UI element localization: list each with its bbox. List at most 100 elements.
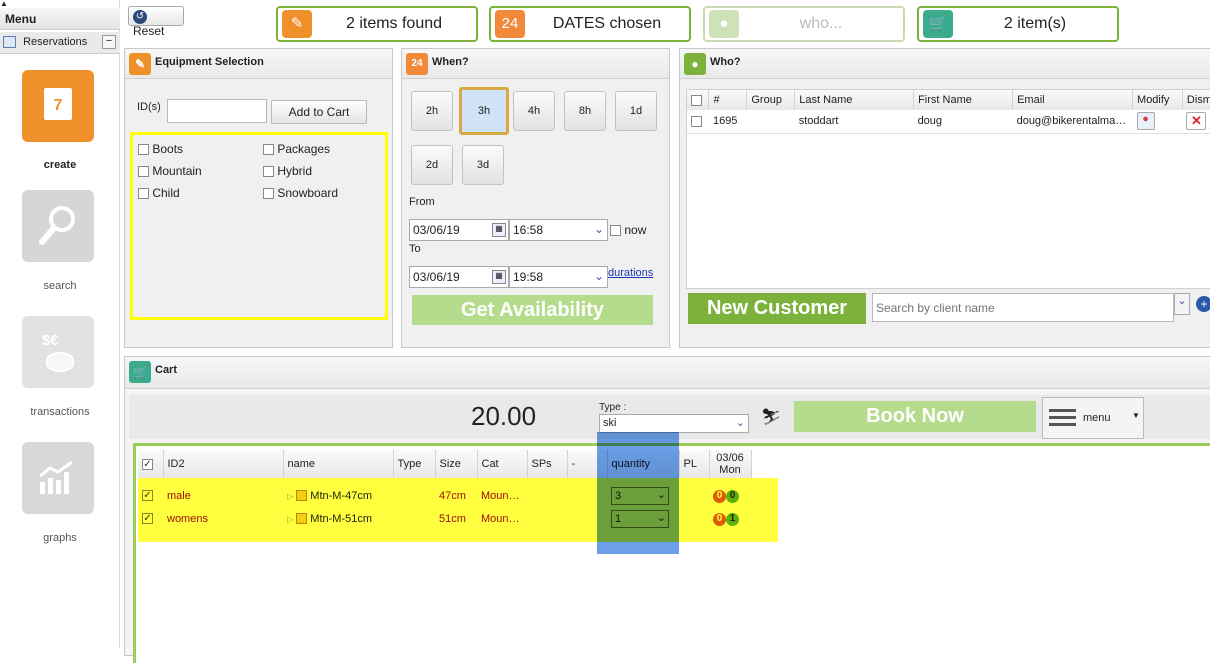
chart-icon bbox=[39, 460, 73, 494]
duration-2h[interactable]: 2h bbox=[411, 91, 453, 131]
option-mountain[interactable]: Mountain bbox=[138, 164, 258, 178]
row-checkbox[interactable] bbox=[142, 513, 153, 525]
duration-1d[interactable]: 1d bbox=[615, 91, 657, 131]
col-sps[interactable]: SPs bbox=[527, 450, 568, 478]
magnifier-icon bbox=[39, 206, 75, 245]
snowboard-checkbox[interactable] bbox=[263, 188, 274, 200]
from-date-field[interactable]: 03/06/19 ▦ bbox=[409, 219, 509, 241]
edit-user-icon[interactable]: ● bbox=[1136, 112, 1155, 131]
row-size: 51cm bbox=[439, 512, 466, 525]
new-customer-button[interactable]: New Customer bbox=[688, 293, 866, 324]
from-label: From bbox=[409, 196, 435, 208]
col-modify[interactable]: Modify bbox=[1132, 90, 1183, 110]
cart-row-womens[interactable]: womens ▷ Mtn-M-51cm 51cm Moun… 1 ⌄ 01 bbox=[138, 507, 751, 530]
expand-arrow-icon[interactable]: ▷ bbox=[287, 515, 293, 524]
nav-search-label[interactable]: search bbox=[0, 280, 120, 292]
cart-menu-button[interactable]: menu ▼ bbox=[1042, 397, 1144, 439]
category-highlight: Boots Packages Mountain Hybrid Child Sno… bbox=[130, 132, 388, 320]
customer-row[interactable]: 1695 stoddart doug doug@bikerentalma… ● … bbox=[687, 110, 1210, 133]
duration-8h[interactable]: 8h bbox=[564, 91, 606, 131]
option-hybrid[interactable]: Hybrid bbox=[263, 164, 383, 178]
packages-checkbox[interactable] bbox=[263, 144, 274, 156]
nav-create-tile[interactable]: 7 bbox=[22, 70, 94, 142]
col-group[interactable]: Group bbox=[746, 90, 796, 110]
ids-input[interactable] bbox=[167, 99, 267, 123]
col-number[interactable]: # bbox=[708, 90, 748, 110]
delete-icon[interactable]: ✕ bbox=[1186, 112, 1207, 131]
col-size[interactable]: Size bbox=[435, 450, 478, 478]
duration-2d[interactable]: 2d bbox=[411, 145, 453, 185]
select-all-cell[interactable] bbox=[138, 450, 164, 478]
col-pl[interactable]: PL bbox=[679, 450, 710, 478]
reservations-header[interactable]: Reservations − bbox=[0, 32, 120, 54]
nav-graphs-tile[interactable] bbox=[22, 442, 94, 514]
duration-3d[interactable]: 3d bbox=[462, 145, 504, 185]
col-name[interactable]: name bbox=[283, 450, 394, 478]
col-dismiss[interactable]: Dism bbox=[1182, 90, 1210, 110]
expand-arrow-icon[interactable]: ▷ bbox=[287, 492, 293, 501]
cart-row-male[interactable]: male ▷ Mtn-M-47cm 47cm Moun… 3 ⌄ 00 bbox=[138, 484, 751, 507]
col-dash[interactable]: - bbox=[567, 450, 608, 478]
quantity-select[interactable]: 3 ⌄ bbox=[611, 486, 669, 505]
status-dates-chosen[interactable]: 24 DATES chosen bbox=[489, 6, 691, 42]
row-type bbox=[393, 484, 435, 507]
nav-transactions-label[interactable]: transactions bbox=[0, 406, 120, 418]
col-cat[interactable]: Cat bbox=[477, 450, 528, 478]
now-option[interactable]: now bbox=[610, 223, 646, 237]
to-date-field[interactable]: 03/06/19 ▦ bbox=[409, 266, 509, 288]
collapse-button[interactable]: − bbox=[102, 35, 116, 49]
type-select[interactable]: ski ⌄ bbox=[599, 414, 749, 433]
option-packages[interactable]: Packages bbox=[263, 142, 383, 156]
status-cart-items[interactable]: 🛒 2 item(s) bbox=[917, 6, 1119, 42]
mountain-label: Mountain bbox=[152, 164, 202, 178]
select-all-cell[interactable] bbox=[687, 90, 710, 110]
child-checkbox[interactable] bbox=[138, 188, 149, 200]
select-all-checkbox[interactable] bbox=[142, 458, 153, 470]
add-icon[interactable]: + bbox=[1196, 296, 1210, 312]
boots-checkbox[interactable] bbox=[138, 144, 149, 156]
from-time-select[interactable]: 16:58 ⌄ bbox=[509, 219, 608, 241]
when-panel: 24 When? 2h 3h 4h 8h 1d 2d 3d From 03/06… bbox=[401, 48, 670, 348]
col-quantity[interactable]: quantity bbox=[607, 450, 680, 478]
quantity-select[interactable]: 1 ⌄ bbox=[611, 509, 669, 528]
hybrid-checkbox[interactable] bbox=[263, 166, 274, 178]
col-last-name[interactable]: Last Name bbox=[794, 90, 915, 110]
now-label: now bbox=[624, 223, 647, 237]
row-select-cell[interactable] bbox=[687, 110, 709, 133]
status-items-found[interactable]: ✎ 2 items found bbox=[276, 6, 478, 42]
calendar-picker-icon[interactable]: ▦ bbox=[492, 270, 506, 284]
reset-button[interactable]: ↺Reset bbox=[128, 6, 184, 38]
option-snowboard[interactable]: Snowboard bbox=[263, 186, 383, 200]
status-who[interactable]: ● who... bbox=[703, 6, 905, 42]
select-all-checkbox[interactable] bbox=[691, 94, 702, 106]
nav-create-label[interactable]: create bbox=[0, 159, 120, 171]
to-time-select[interactable]: 19:58 ⌄ bbox=[509, 266, 608, 288]
durations-link[interactable]: durations bbox=[608, 267, 653, 279]
col-id2[interactable]: ID2 bbox=[163, 450, 284, 478]
now-checkbox[interactable] bbox=[610, 225, 621, 237]
chevron-down-icon[interactable]: ⌄ bbox=[1174, 293, 1190, 315]
get-availability-button[interactable]: Get Availability bbox=[412, 295, 653, 325]
nav-graphs-label[interactable]: graphs bbox=[0, 532, 120, 544]
calendar-picker-icon[interactable]: ▦ bbox=[492, 223, 506, 237]
row-select-cell[interactable] bbox=[138, 484, 163, 507]
client-search-input[interactable] bbox=[872, 293, 1174, 322]
nav-transactions-tile[interactable]: $€ bbox=[22, 316, 94, 388]
mountain-checkbox[interactable] bbox=[138, 166, 149, 178]
add-to-cart-button[interactable]: Add to Cart bbox=[271, 100, 367, 124]
duration-4h[interactable]: 4h bbox=[513, 91, 555, 131]
status-who-text: who... bbox=[799, 15, 843, 32]
book-now-button[interactable]: Book Now bbox=[794, 401, 1036, 432]
col-type[interactable]: Type bbox=[393, 450, 436, 478]
col-date[interactable]: 03/06 Mon bbox=[709, 450, 752, 478]
col-email[interactable]: Email bbox=[1012, 90, 1134, 110]
duration-3h[interactable]: 3h bbox=[459, 87, 509, 135]
nav-search-tile[interactable] bbox=[22, 190, 94, 262]
col-first-name[interactable]: First Name bbox=[913, 90, 1014, 110]
option-boots[interactable]: Boots bbox=[138, 142, 258, 156]
cursor-icon: ▲ bbox=[0, 0, 8, 8]
row-checkbox[interactable] bbox=[142, 490, 153, 502]
option-child[interactable]: Child bbox=[138, 186, 258, 200]
row-checkbox[interactable] bbox=[691, 115, 702, 127]
row-select-cell[interactable] bbox=[138, 507, 163, 530]
